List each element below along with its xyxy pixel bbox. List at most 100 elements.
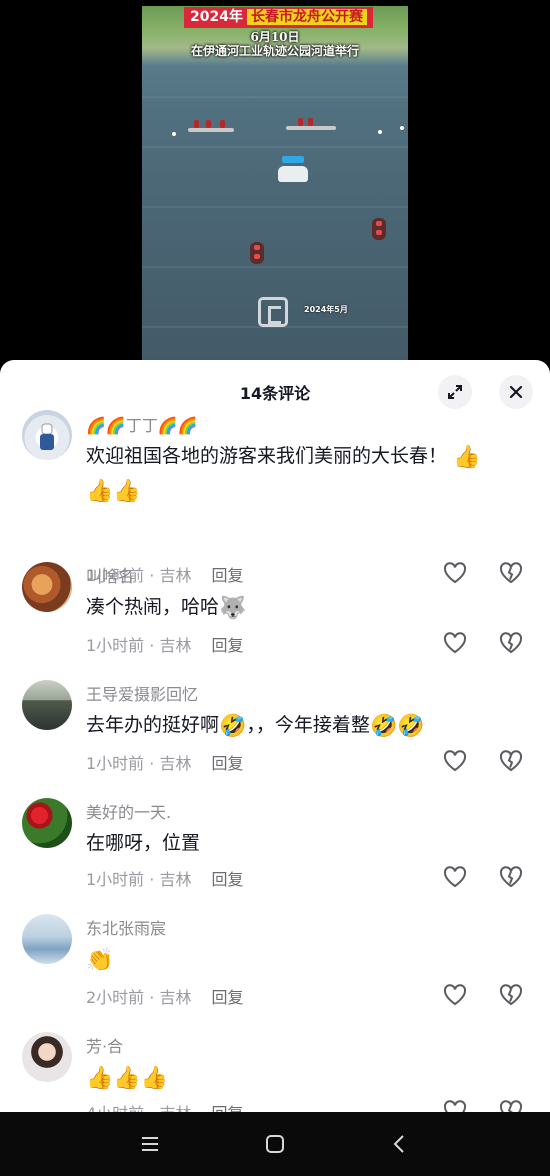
heart-icon[interactable] (442, 982, 468, 1008)
heart-icon[interactable] (442, 864, 468, 890)
back-icon[interactable] (388, 1132, 412, 1156)
broken-heart-icon[interactable] (498, 748, 524, 774)
comment-meta: 1小时前 · 吉林 回复 (86, 754, 244, 773)
broken-heart-icon[interactable] (498, 560, 524, 586)
person (298, 118, 303, 126)
pontoon (286, 126, 336, 130)
close-icon (509, 385, 523, 399)
commenter-name[interactable]: 美好的一天. (86, 799, 171, 823)
comment-meta: 1小时前 · 吉林 回复 (86, 636, 244, 655)
comment-body: 凑个热闹，哈哈 (86, 596, 220, 618)
sheet-header: 14条评论 (0, 360, 550, 418)
rofl-emoji: 🤣 (219, 714, 247, 739)
menu-icon[interactable] (138, 1132, 162, 1156)
broken-heart-icon[interactable] (498, 864, 524, 890)
reply-button[interactable]: 回复 (211, 1104, 243, 1112)
dragon-boat (372, 218, 386, 240)
banner-title: 长春市龙舟公开赛 (246, 9, 367, 25)
water-ripple (142, 206, 408, 208)
buoy (378, 130, 382, 134)
broken-heart-icon[interactable] (498, 1098, 524, 1112)
comment-location: 吉林 (159, 754, 192, 773)
commenter-name[interactable]: 叫啥名 (86, 563, 134, 587)
comment-location: 吉林 (159, 988, 192, 1007)
comment-text: 👍👍👍 (86, 1060, 526, 1094)
husky-emoji: 🐺 (219, 596, 247, 621)
person (220, 120, 225, 128)
rofl-emoji: 🤣🤣 (369, 714, 425, 739)
avatar[interactable] (22, 410, 72, 460)
home-icon[interactable] (263, 1132, 287, 1156)
video-banner: 2024年 长春市龙舟公开赛 (184, 7, 373, 28)
heart-icon[interactable] (442, 560, 468, 586)
comment-text: 👏 (86, 942, 526, 976)
comment-body: 在哪呀，位置 (86, 832, 201, 854)
avatar[interactable] (22, 914, 72, 964)
buoy (172, 132, 176, 136)
dragon-boat (250, 242, 264, 264)
thumbs-up-emoji: 👍👍 (86, 479, 141, 504)
comment-location: 吉林 (159, 636, 192, 655)
broken-heart-icon[interactable] (498, 630, 524, 656)
reply-button[interactable]: 回复 (211, 870, 243, 889)
comment-time: 1小时前 (86, 870, 145, 889)
comment-location: 吉林 (159, 870, 192, 889)
person (194, 120, 199, 128)
reply-button[interactable]: 回复 (211, 636, 243, 655)
comment-text: 去年办的挺好啊🤣，，今年接着整🤣🤣 (86, 708, 526, 742)
avatar[interactable] (22, 680, 72, 730)
commenter-name[interactable]: 王导爱摄影回忆 (86, 681, 198, 705)
water-ripple (142, 266, 408, 268)
comment-body: 欢迎祖国各地的游客来我们美丽的大长春！ (86, 445, 448, 467)
expand-icon (448, 385, 462, 399)
comment-location: 吉林 (159, 1104, 191, 1112)
heart-icon[interactable] (442, 1098, 468, 1112)
avatar[interactable] (22, 798, 72, 848)
comment-time: 2小时前 (86, 988, 145, 1007)
avatar[interactable] (22, 562, 72, 612)
buoy (400, 126, 404, 130)
comment-text: 在哪呀，位置 (86, 826, 526, 860)
comment-meta: 2小时前 · 吉林 回复 (86, 988, 244, 1007)
commenter-name[interactable]: 芳·合 (86, 1033, 123, 1057)
heart-icon[interactable] (442, 748, 468, 774)
commenter-name[interactable]: 东北张雨宸 (86, 915, 166, 939)
water-ripple (142, 96, 408, 98)
comment-location: 吉林 (159, 566, 192, 585)
video-subtitle-place: 在伊通河工业轨迹公园河道举行 (190, 44, 359, 58)
water-ripple (142, 146, 408, 148)
person (206, 120, 211, 128)
commenter-name[interactable]: 🌈🌈丁丁🌈🌈 (86, 412, 198, 436)
motorboat (278, 156, 308, 182)
comment-time: 4小时前 (86, 1104, 144, 1112)
comment-meta: 4小时前 · 吉林回复 (86, 1100, 243, 1112)
thumbs-up-emoji: 👍👍👍 (86, 1066, 169, 1091)
heart-icon[interactable] (442, 630, 468, 656)
comment-text: 欢迎祖国各地的游客来我们美丽的大长春！ 👍 👍👍 (86, 439, 526, 507)
comment-meta: 1小时前 · 吉林 回复 (86, 870, 244, 889)
pontoon (188, 128, 234, 132)
reply-button[interactable]: 回复 (211, 566, 243, 585)
close-button[interactable] (499, 375, 533, 409)
video-frame[interactable]: 2024年 长春市龙舟公开赛 6月10日 在伊通河工业轨迹公园河道举行 2024年… (142, 6, 408, 360)
reply-button[interactable]: 回复 (211, 988, 243, 1007)
comment-sheet: 14条评论 🌈🌈丁丁🌈🌈 欢迎祖国各地的游客来我们美丽的大长春！ 👍 👍👍 1小… (0, 360, 550, 1112)
video-player[interactable]: 2024年 长春市龙舟公开赛 6月10日 在伊通河工业轨迹公园河道举行 2024年… (0, 0, 550, 380)
thumbs-up-emoji: 👍 (453, 445, 481, 470)
avatar-figure (40, 423, 54, 450)
comment-body-2: ，，今年接着整 (246, 714, 370, 736)
system-nav-bar (0, 1112, 550, 1176)
clapping-emoji: 👏 (86, 948, 114, 973)
expand-button[interactable] (438, 375, 472, 409)
avatar[interactable] (22, 1032, 72, 1082)
watermark-logo-icon (258, 297, 288, 327)
comment-time: 1小时前 (86, 754, 145, 773)
comment-text: 凑个热闹，哈哈🐺 (86, 590, 526, 624)
comment-body: 去年办的挺好啊 (86, 714, 220, 736)
banner-year: 2024年 (190, 9, 243, 25)
watermark-date: 2024年5月 (304, 305, 348, 314)
reply-button[interactable]: 回复 (211, 754, 243, 773)
broken-heart-icon[interactable] (498, 982, 524, 1008)
comment-time: 1小时前 (86, 636, 145, 655)
person (308, 118, 313, 126)
